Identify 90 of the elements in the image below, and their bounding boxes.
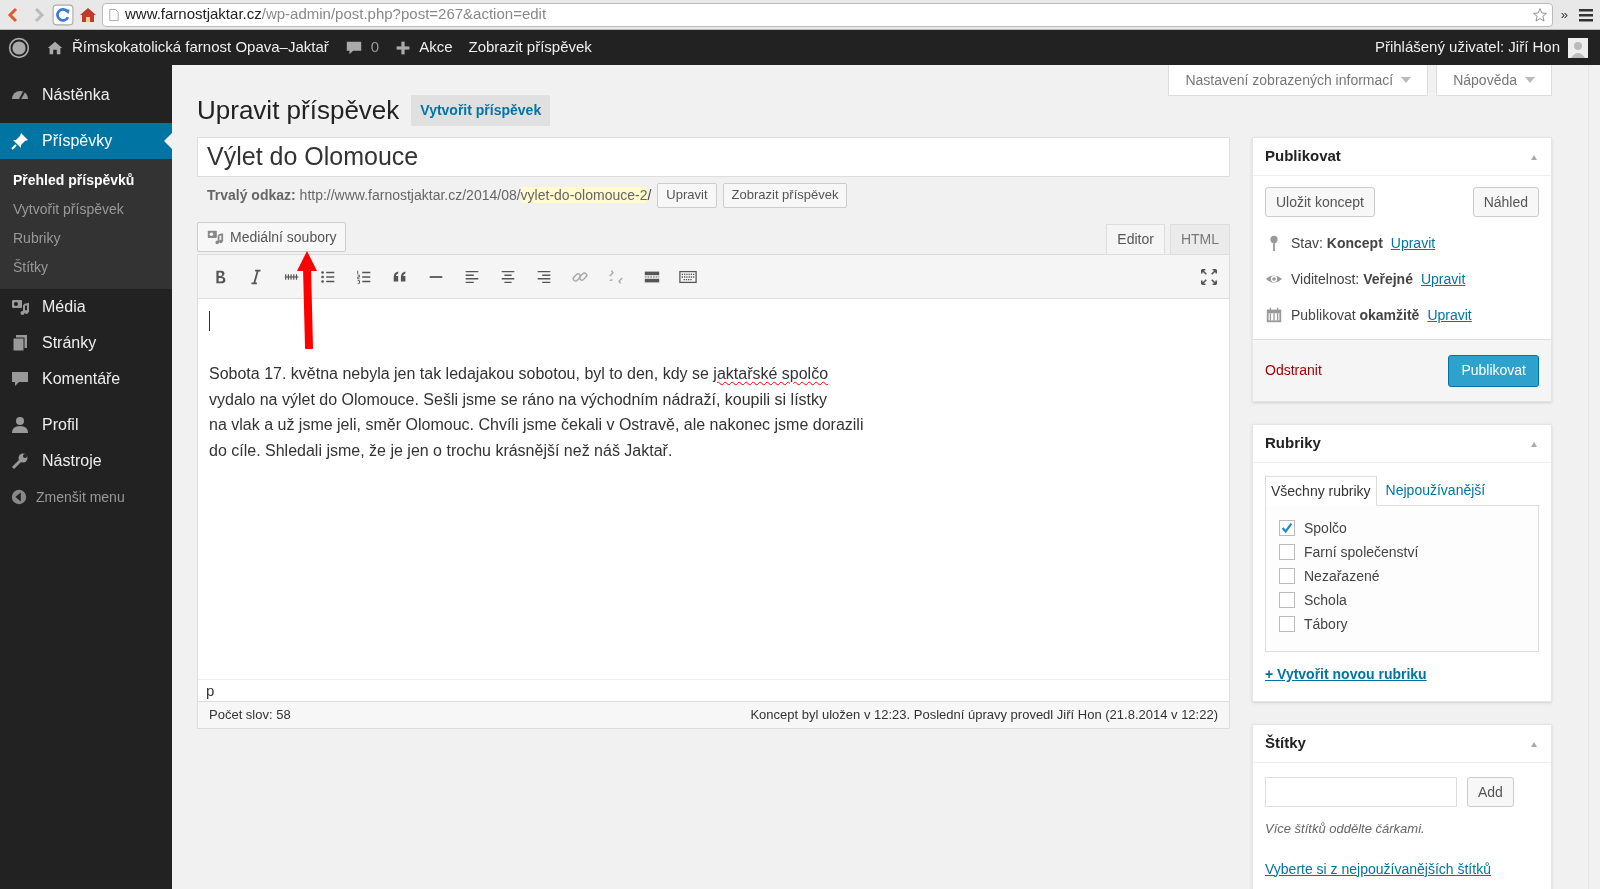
site-name: Římskokatolická farnost Opava–Jaktař [72,37,329,58]
fullscreen-icon[interactable] [1200,267,1218,286]
submenu-item[interactable]: Přehled příspěvků [0,166,172,195]
most-used-tags-link[interactable]: Vyberte si z nejpoužívanějších štítků [1265,858,1539,880]
edit-link[interactable]: Upravit [1390,232,1436,254]
sidebar-item[interactable]: Nástroje [0,443,172,479]
tags-hint: Více štítků oddělte čárkami. [1265,820,1426,838]
pin-icon [10,131,30,151]
overflow-chevron[interactable]: » [1556,4,1572,25]
current-pointer-icon [164,133,172,149]
publish-setting: Publikovat okamžitě [1291,305,1420,325]
autosave-status: Koncept byl uložen v 12:23. Poslední úpravy provedl Jiří Hon (21.8.2014 v 12:22) [750,706,1218,725]
misspelled-text: jaktařské spolčo [713,365,829,382]
delete-link[interactable]: Odstranit [1265,360,1322,381]
pages-icon [10,333,30,353]
preview-button[interactable]: Náhled [1472,187,1539,217]
checkbox[interactable] [1279,616,1295,632]
reload-icon[interactable] [52,3,74,26]
media-button[interactable]: Mediální soubory [197,222,346,252]
edit-link[interactable]: Upravit [1420,268,1466,290]
submenu-item[interactable]: Štítky [0,253,172,282]
add-tag-button[interactable]: Add [1467,777,1514,807]
add-category-link[interactable]: + Vytvořit novou rubriku [1265,664,1539,685]
permalink-button[interactable]: Zobrazit příspěvek [722,182,848,208]
panel-title: Publikovat [1265,146,1342,167]
category-label: Schola [1304,590,1347,610]
wordpress-logo-icon[interactable] [8,36,30,59]
url-text: www.farnostjaktar.cz/wp-admin/post.php?post=267&action=edit [125,4,547,25]
text-run: na vlak a už jsme jeli, směr Olomouc. Chvíli jsme čekali v Ostravě, ale nakonec jsme dorazili [209,416,864,433]
permalink-text: Trvalý odkaz: http://www.farnostjaktar.cz/2014/08/vylet-do-olomouce-2/ [207,185,652,205]
sidebar-item[interactable]: Stránky [0,325,172,361]
new-link[interactable]: Akce [395,36,453,59]
sidebar-item[interactable]: Komentáře [0,361,172,397]
sidebar-item[interactable]: Příspěvky [0,123,172,159]
avatar-icon[interactable] [1568,37,1588,58]
publish-setting: Stav: Koncept [1291,233,1383,253]
text-run: vydalo na výlet do Olomouce. Sešli jsme se ráno na východním nádraží, koupili si lístky [209,390,828,408]
new-label: Akce [419,37,453,58]
user-menu[interactable]: Přihlášený uživatel: Jiří Hon [1374,36,1588,59]
submenu-item[interactable]: Rubriky [0,224,172,253]
collapse-menu[interactable]: Zmenšit menu [0,479,172,515]
word-count: Počet slov: 58 [209,706,291,725]
media-icon [206,228,224,246]
permalink-button[interactable]: Upravit [657,182,717,208]
tag-input[interactable] [1265,777,1457,807]
post-title-field[interactable]: Výlet do Olomouce [197,137,1230,177]
comment-count: 0 [370,37,380,58]
category-label: Spolčo [1304,518,1347,538]
category-label: Farní společenství [1304,542,1419,562]
plus-icon [395,39,412,56]
star-icon[interactable] [1531,6,1548,23]
panel-title: Rubriky [1265,433,1322,454]
add-new-button[interactable]: Vytvořit příspěvek [411,94,551,126]
category-label: Tábory [1304,614,1348,634]
screen-tab[interactable]: Nastavení zobrazených informací [1168,65,1429,96]
element-path: p [198,679,1229,701]
checkbox[interactable] [1279,544,1295,560]
screen-tab[interactable]: Nápověda [1436,65,1552,96]
comment-icon [10,369,30,389]
text-run: Sobota 17. května nebyla jen tak ledajakou sobotou, byl to den, kdy se [209,365,710,382]
page-heading: Upravit příspěvek [197,93,400,127]
sidebar-item[interactable]: Profil [0,407,172,443]
category-tab[interactable]: Nejpoužívanější [1380,475,1491,505]
sidebar-item[interactable]: Média [0,289,172,325]
editor-tab[interactable]: Editor [1106,224,1165,254]
category-label: Nezařazené [1304,566,1380,586]
collapse-icon [10,488,28,506]
media-icon [10,297,30,317]
person-icon [10,415,30,435]
edit-link[interactable]: Upravit [1427,304,1472,326]
sidebar-item[interactable]: Nástěnka [0,77,172,113]
user-name: Přihlášený uživatel: Jiří Hon [1374,37,1560,58]
category-tab[interactable]: Všechny rubriky [1265,476,1377,506]
calendar-icon [1265,306,1283,324]
view-post-link[interactable]: Zobrazit příspěvek [468,36,592,59]
publish-setting: Viditelnost: Veřejné [1291,269,1413,289]
submenu-item[interactable]: Vytvořit příspěvek [0,195,172,224]
site-name-link[interactable]: Římskokatolická farnost Opava–Jaktař [46,36,329,59]
check-icon [1280,521,1294,535]
page-icon [107,7,121,22]
comments-link[interactable]: 0 [344,36,380,59]
address-bar[interactable]: www.farnostjaktar.cz/wp-admin/post.php?post=267&action=edit [102,2,1553,27]
editor-tab[interactable]: HTML [1169,224,1230,254]
checkbox[interactable] [1279,592,1295,608]
wrench-icon [10,451,30,471]
panel-title: Štítky [1265,733,1307,754]
checkbox[interactable] [1279,520,1295,536]
save-draft-button[interactable]: Uložit koncept [1265,187,1375,217]
checkbox[interactable] [1279,568,1295,584]
text-run: do cíle. Shledali jsme, že je jen o trochu krásnější než náš Jaktař. [209,441,673,459]
